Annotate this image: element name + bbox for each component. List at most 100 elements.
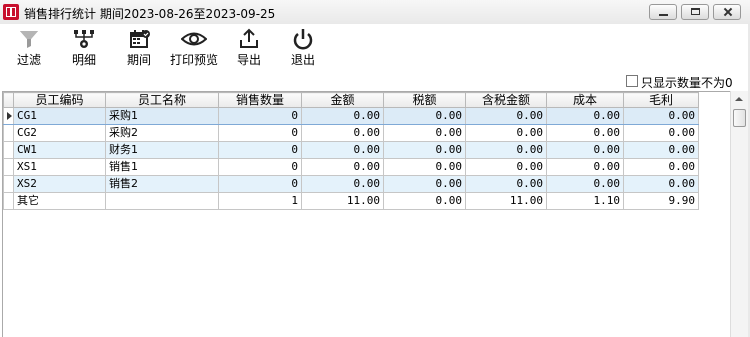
header-tax[interactable]: 税额 [383,92,466,108]
power-icon [293,29,313,50]
cell-tax[interactable]: 0.00 [383,192,466,210]
eye-icon [181,32,207,46]
cell-employee-code[interactable]: XS2 [13,175,106,193]
print-preview-button[interactable]: 打印预览 [168,24,220,72]
show-nonzero-label[interactable]: 只显示数量不为0 [641,74,733,91]
cell-amount-incl-tax[interactable]: 0.00 [465,141,547,159]
cell-sales-qty[interactable]: 1 [218,192,302,210]
cell-amount-incl-tax[interactable]: 0.00 [465,158,547,176]
vertical-scrollbar[interactable] [730,91,748,337]
header-employee-name[interactable]: 员工名称 [105,92,219,108]
toolbar: 过滤 明细 期间 打印预览 导出 退出 [0,24,750,74]
header-employee-code[interactable]: 员工编码 [13,92,106,108]
cell-sales-qty[interactable]: 0 [218,175,302,193]
header-gross-profit[interactable]: 毛利 [623,92,699,108]
cell-cost[interactable]: 0.00 [546,124,624,142]
scrollbar-thumb[interactable] [733,109,746,127]
close-button[interactable] [713,4,741,20]
calendar-icon [130,30,150,48]
table-row[interactable]: CG2 采购2 0 0.00 0.00 0.00 0.00 0.00 [3,124,699,142]
cell-gross-profit[interactable]: 0.00 [623,175,699,193]
header-cost[interactable]: 成本 [546,92,624,108]
header-amount[interactable]: 金额 [301,92,384,108]
cell-employee-name[interactable]: 销售2 [105,175,219,193]
detail-button[interactable]: 明细 [66,24,102,72]
table-row[interactable]: CW1 财务1 0 0.00 0.00 0.00 0.00 0.00 [3,141,699,159]
cell-gross-profit[interactable]: 0.00 [623,124,699,142]
cell-employee-code[interactable]: CG2 [13,124,106,142]
header-indicator [3,92,14,108]
filter-button[interactable]: 过滤 [12,24,46,72]
filter-label: 过滤 [16,53,41,67]
cell-amount-incl-tax[interactable]: 0.00 [465,124,547,142]
cell-amount[interactable]: 11.00 [301,192,384,210]
title-bar: 销售排行统计 期间2023-08-26至2023-09-25 [0,0,750,25]
export-button[interactable]: 导出 [233,24,265,72]
cell-employee-name[interactable]: 采购2 [105,124,219,142]
cell-cost[interactable]: 1.10 [546,192,624,210]
cell-sales-qty[interactable]: 0 [218,158,302,176]
exit-label: 退出 [290,53,315,67]
cell-cost[interactable]: 0.00 [546,158,624,176]
cell-cost[interactable]: 0.00 [546,141,624,159]
export-icon [240,28,258,48]
row-indicator [3,124,14,142]
cell-cost[interactable]: 0.00 [546,175,624,193]
table-row[interactable]: XS2 销售2 0 0.00 0.00 0.00 0.00 0.00 [3,175,699,193]
cell-gross-profit[interactable]: 9.90 [623,192,699,210]
exit-button[interactable]: 退出 [287,24,319,72]
cell-employee-code[interactable]: 其它 [13,192,106,210]
cell-employee-code[interactable]: CG1 [13,107,106,125]
cell-gross-profit[interactable]: 0.00 [623,158,699,176]
cell-gross-profit[interactable]: 0.00 [623,141,699,159]
maximize-button[interactable] [681,4,709,20]
cell-tax[interactable]: 0.00 [383,124,466,142]
cell-employee-name[interactable]: 销售1 [105,158,219,176]
cell-sales-qty[interactable]: 0 [218,107,302,125]
cell-tax[interactable]: 0.00 [383,107,466,125]
cell-amount[interactable]: 0.00 [301,141,384,159]
cell-amount[interactable]: 0.00 [301,124,384,142]
row-indicator [3,192,14,210]
cell-amount-incl-tax[interactable]: 0.00 [465,107,547,125]
cell-sales-qty[interactable]: 0 [218,141,302,159]
table-row[interactable]: XS1 销售1 0 0.00 0.00 0.00 0.00 0.00 [3,158,699,176]
table-row[interactable]: 其它 1 11.00 0.00 11.00 1.10 9.90 [3,192,699,210]
row-indicator [3,175,14,193]
filter-icon [20,31,38,48]
row-indicator [3,107,14,125]
table-row[interactable]: CG1 采购1 0 0.00 0.00 0.00 0.00 0.00 [3,107,699,125]
cell-employee-code[interactable]: XS1 [13,158,106,176]
cell-tax[interactable]: 0.00 [383,175,466,193]
print-preview-label: 打印预览 [169,53,218,67]
row-indicator [3,158,14,176]
hierarchy-icon [74,30,94,48]
show-nonzero-checkbox[interactable] [626,75,638,87]
header-amount-incl-tax[interactable]: 含税金额 [465,92,547,108]
sales-ranking-grid: 员工编码 员工名称 销售数量 金额 税额 含税金额 成本 毛利 CG1 采购1 … [2,91,730,337]
cell-amount[interactable]: 0.00 [301,107,384,125]
cell-sales-qty[interactable]: 0 [218,124,302,142]
minimize-button[interactable] [649,4,677,20]
cell-employee-code[interactable]: CW1 [13,141,106,159]
app-icon[interactable] [3,4,19,20]
scroll-up-icon[interactable] [735,97,743,101]
cell-amount[interactable]: 0.00 [301,158,384,176]
period-label: 期间 [126,53,151,67]
cell-tax[interactable]: 0.00 [383,158,466,176]
cell-gross-profit[interactable]: 0.00 [623,107,699,125]
cell-employee-name[interactable]: 采购1 [105,107,219,125]
cell-employee-name[interactable]: 财务1 [105,141,219,159]
cell-cost[interactable]: 0.00 [546,107,624,125]
detail-label: 明细 [71,53,96,67]
cell-amount[interactable]: 0.00 [301,175,384,193]
cell-amount-incl-tax[interactable]: 11.00 [465,192,547,210]
cell-tax[interactable]: 0.00 [383,141,466,159]
period-button[interactable]: 期间 [122,24,156,72]
table-header-row: 员工编码 员工名称 销售数量 金额 税额 含税金额 成本 毛利 [3,92,699,108]
cell-amount-incl-tax[interactable]: 0.00 [465,175,547,193]
window-title: 销售排行统计 期间2023-08-26至2023-09-25 [24,7,276,21]
row-indicator [3,141,14,159]
header-sales-qty[interactable]: 销售数量 [218,92,302,108]
cell-employee-name[interactable] [105,192,219,210]
